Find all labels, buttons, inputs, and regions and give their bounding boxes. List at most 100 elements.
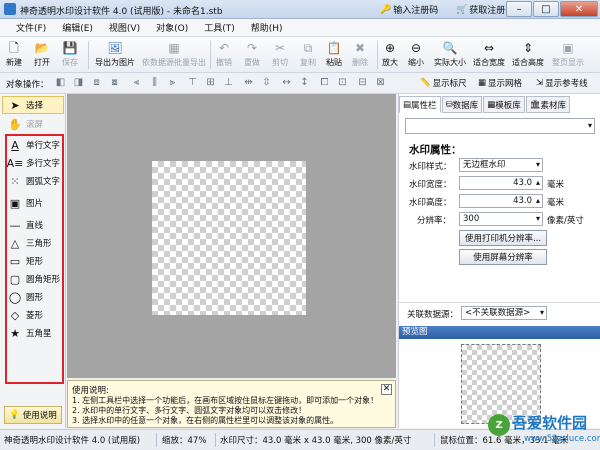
canvas-area[interactable]: [67, 94, 396, 378]
show-guides-toggle[interactable]: ⇲ 显示参考线: [536, 77, 588, 89]
actual-size-button[interactable]: 🔍 实际大小: [434, 40, 466, 71]
center-vertical-icon[interactable]: ⊠: [374, 77, 387, 89]
width-input[interactable]: 43.0 ▴: [459, 176, 543, 190]
status-watermark-size: 水印尺寸：43.0 毫米 x 43.0 毫米, 300 像素/英寸: [220, 436, 412, 446]
object-ops-label: 对象操作：: [6, 80, 49, 90]
tool-rounded-rect[interactable]: ▢ 圆角矩形: [8, 270, 60, 288]
usage-help-button[interactable]: 💡 使用说明: [4, 406, 62, 424]
tool-line[interactable]: — 直线: [8, 216, 44, 234]
hand-icon: ✋: [8, 117, 22, 131]
status-separator: [156, 433, 157, 447]
redo-button[interactable]: ↷ 重做: [244, 40, 260, 71]
tool-star[interactable]: ★ 五角星: [8, 324, 51, 342]
full-page-button[interactable]: ▣ 整页显示: [552, 40, 584, 71]
star-icon: ★: [10, 326, 20, 340]
distribute-h-icon[interactable]: ⇹: [242, 77, 255, 89]
toolbar-separator: [88, 41, 89, 69]
paste-button[interactable]: 📋 粘贴: [326, 40, 342, 71]
window-title: 神奇透明水印设计软件 4.0 (试用版) - 未命名1.stb: [20, 7, 223, 17]
tab-templates[interactable]: ▦ 模板库: [483, 96, 525, 113]
zoom-in-button[interactable]: ⊕ 放大: [382, 40, 398, 71]
fit-height-button[interactable]: ⇕ 适合高度: [512, 40, 544, 71]
save-button[interactable]: 💾 保存: [62, 40, 78, 71]
align-left-icon[interactable]: ⫷: [130, 77, 143, 89]
align-bottom-icon[interactable]: ⊥: [222, 77, 235, 89]
spinner-icon: ▴: [535, 178, 540, 187]
status-zoom: 缩放：47%: [162, 436, 207, 446]
use-printer-resolution-button[interactable]: 使用打印机分辨率...: [459, 230, 547, 246]
align-right-icon[interactable]: ⫸: [166, 77, 179, 89]
tab-properties[interactable]: ▤ 属性栏: [399, 96, 441, 113]
tool-diamond[interactable]: ◇ 菱形: [8, 306, 43, 324]
height-label: 水印高度：: [409, 198, 452, 208]
fit-width-button[interactable]: ⇔ 适合宽度: [473, 40, 505, 71]
group-icon[interactable]: ⧠: [318, 77, 331, 89]
minimize-button[interactable]: –: [506, 1, 532, 17]
tool-select[interactable]: ➤ 选择: [2, 96, 64, 114]
height-unit: 毫米: [547, 198, 565, 208]
tool-triangle[interactable]: △ 三角形: [8, 234, 52, 252]
menu-help[interactable]: 帮助(H): [243, 21, 291, 34]
menu-view[interactable]: 视图(V): [101, 21, 148, 34]
enter-register-code-link[interactable]: 🔑 输入注册码: [380, 3, 438, 17]
show-grid-toggle[interactable]: ▦ 显示网格: [478, 77, 522, 89]
undo-button[interactable]: ↶ 撤销: [216, 40, 232, 71]
tool-pan[interactable]: ✋ 滚屏: [8, 115, 43, 133]
align-center-icon[interactable]: ⫼: [148, 77, 161, 89]
same-width-icon[interactable]: ↔: [280, 77, 293, 89]
usage-line: 3. 选择水印中的任意一个对象，在右侧的属性栏里可以调整该对象的属性。: [72, 416, 339, 425]
use-screen-resolution-button[interactable]: 使用屏幕分辨率: [459, 249, 547, 265]
distribute-v-icon[interactable]: ⇳: [260, 77, 273, 89]
tool-image[interactable]: ▣ 图片: [8, 194, 43, 212]
layer-down-icon[interactable]: ⧇: [108, 77, 121, 89]
align-top-icon[interactable]: ⊤: [186, 77, 199, 89]
tool-rectangle[interactable]: ▭ 矩形: [8, 252, 43, 270]
zoom-in-icon: ⊕: [384, 41, 396, 55]
layer-up-icon[interactable]: ⧈: [90, 77, 103, 89]
object-selector-dropdown[interactable]: ▾: [405, 118, 595, 134]
spinner-icon: ▴: [535, 196, 540, 205]
same-height-icon[interactable]: ↕: [298, 77, 311, 89]
menu-file[interactable]: 文件(F): [8, 21, 54, 34]
height-input[interactable]: 43.0 ▴: [459, 194, 543, 208]
resolution-select[interactable]: 300 ▾: [459, 212, 543, 226]
tool-single-text[interactable]: A 单行文字: [8, 136, 60, 154]
center-horizontal-icon[interactable]: ⊟: [356, 77, 369, 89]
style-select[interactable]: 无边框水印 ▾: [459, 158, 543, 172]
maximize-button[interactable]: □: [533, 1, 559, 17]
tool-ellipse[interactable]: ◯ 圆形: [8, 288, 43, 306]
zoom-out-icon: ⊖: [410, 41, 422, 55]
tool-arc-text[interactable]: ⁙ 圆弧文字: [8, 172, 60, 190]
show-ruler-toggle[interactable]: 📏 显示标尺: [420, 77, 467, 89]
copy-button[interactable]: ⧉ 复制: [300, 40, 316, 71]
scissors-icon: ✂: [274, 41, 286, 55]
close-usage-button[interactable]: ✕: [381, 384, 392, 395]
send-back-icon[interactable]: ◨: [72, 77, 85, 89]
align-middle-icon[interactable]: ⊞: [204, 77, 217, 89]
redo-icon: ↷: [246, 41, 258, 55]
properties-panel: ▤ 属性栏 ⛁ 数据库 ▦ 模板库 🏛 素材库 ▾ 水印属性： 水印样式： 无边…: [398, 94, 600, 428]
menu-edit[interactable]: 编辑(E): [54, 21, 101, 34]
link-datasource-select[interactable]: <不关联数据源> ▾: [461, 306, 547, 320]
link-datasource-label: 关联数据源：: [407, 310, 459, 320]
new-button[interactable]: 🗋 新建: [6, 40, 22, 71]
export-image-button[interactable]: 🖼 导出为图片: [95, 40, 135, 71]
lock-icon[interactable]: ⊡: [336, 77, 349, 89]
single-text-icon: A: [11, 138, 19, 152]
zoom-out-button[interactable]: ⊖ 缩小: [408, 40, 424, 71]
cut-button[interactable]: ✂ 剪切: [272, 40, 288, 71]
open-button[interactable]: 📂 打开: [34, 40, 50, 71]
tab-materials[interactable]: 🏛 素材库: [525, 96, 571, 113]
tool-multi-text[interactable]: A≡ 多行文字: [7, 154, 60, 172]
menu-tools[interactable]: 工具(T): [196, 21, 243, 34]
delete-button[interactable]: ✖ 删除: [352, 40, 368, 71]
usage-panel: 使用说明: ✕ 1. 左侧工具栏中选择一个功能后，在画布区域按住鼠标左键拖动，即…: [67, 380, 396, 428]
bring-front-icon[interactable]: ◧: [54, 77, 67, 89]
site-logo-icon: Z: [488, 414, 510, 436]
batch-export-button[interactable]: ▦ 依数据源批量导出: [142, 40, 206, 71]
close-button[interactable]: ✕: [560, 1, 598, 17]
triangle-icon: △: [10, 236, 20, 250]
watermark-canvas[interactable]: [152, 161, 306, 315]
tab-database[interactable]: ⛁ 数据库: [441, 96, 483, 113]
menu-object[interactable]: 对象(O): [148, 21, 196, 34]
